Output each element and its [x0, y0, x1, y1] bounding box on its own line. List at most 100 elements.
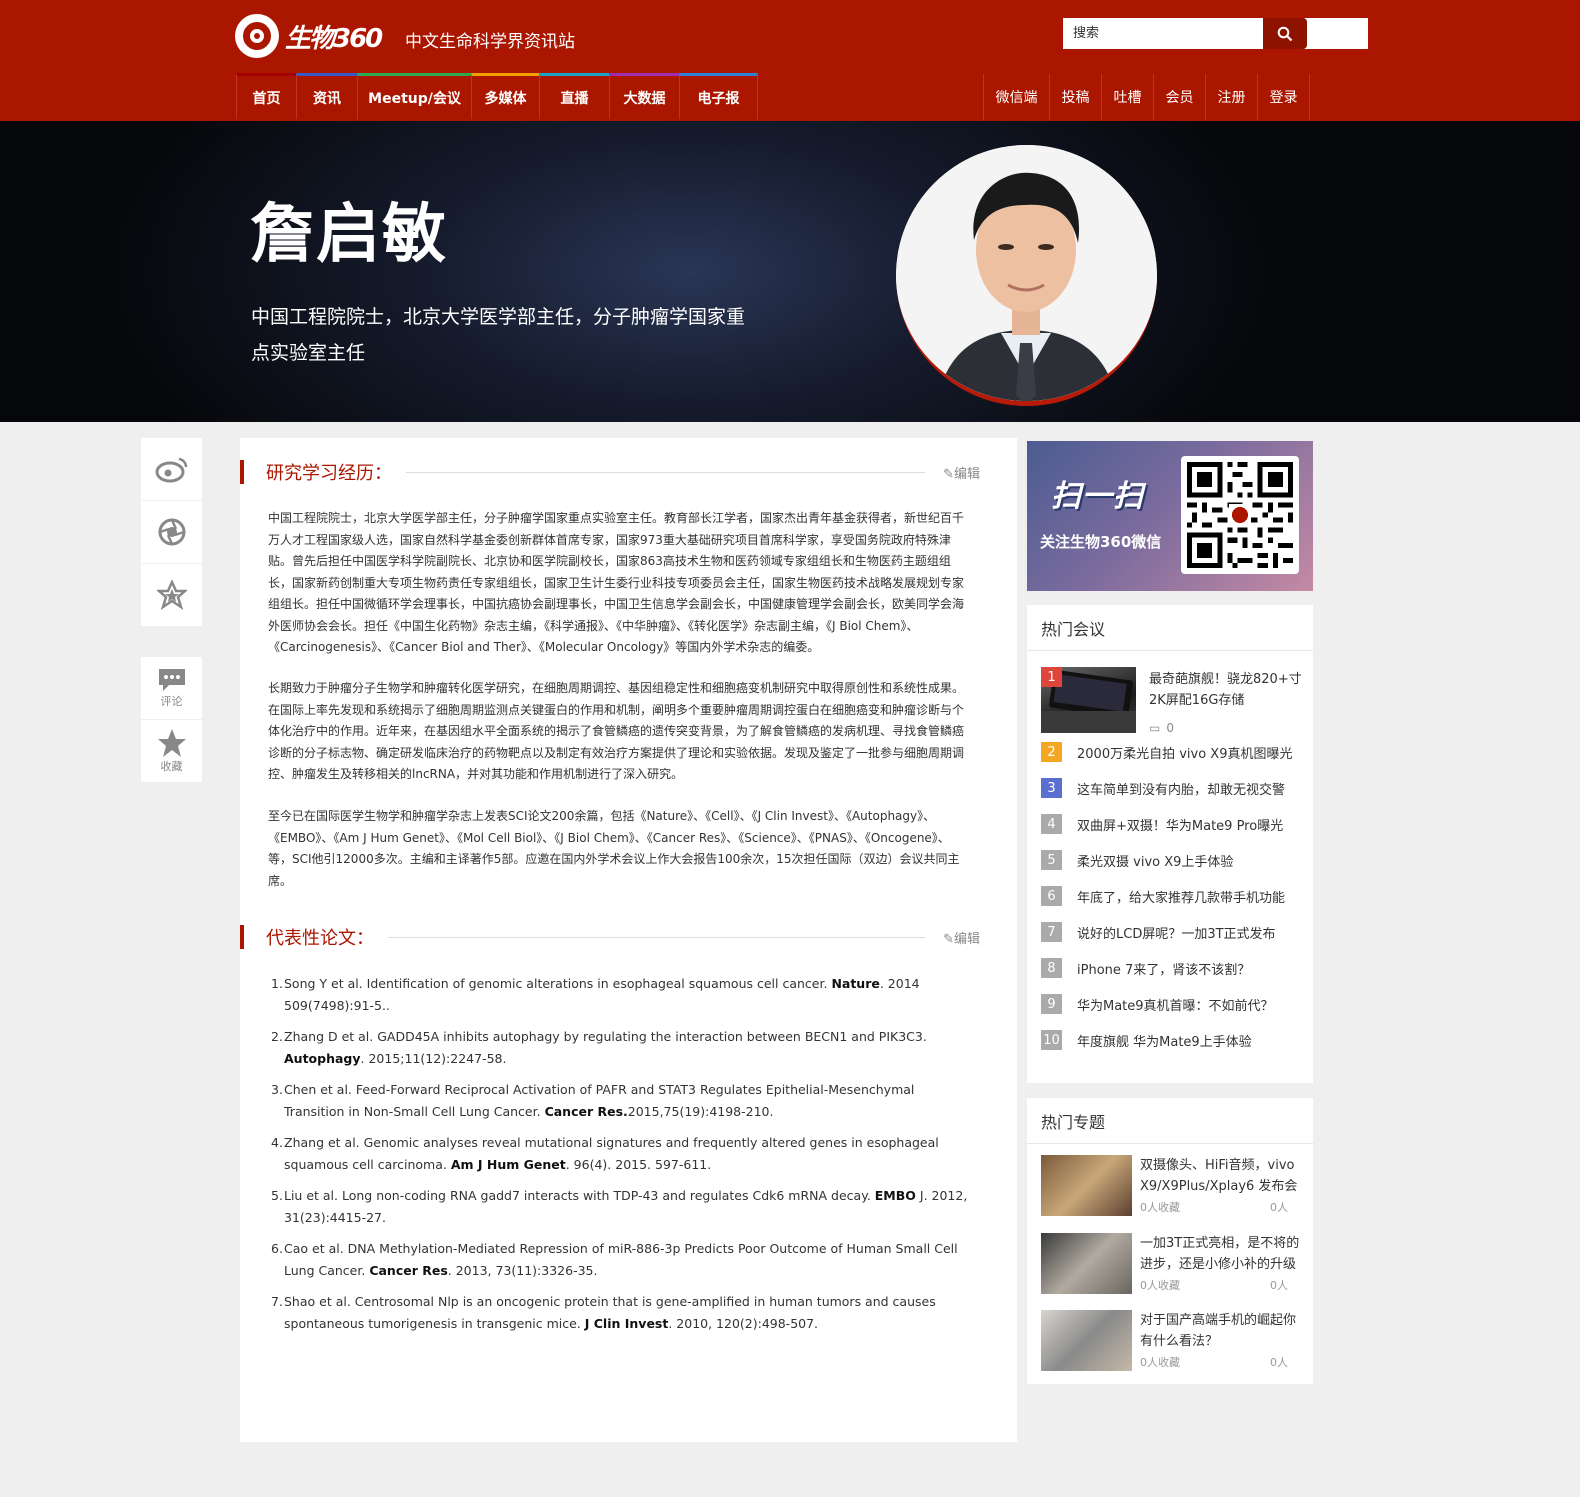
bio-paragraph-1: 中国工程院院士，北京大学医学部主任，分子肿瘤学国家重点实验室主任。教育部长江学者…: [268, 511, 965, 654]
qr-follow-text: 关注生物360微信: [1040, 533, 1162, 551]
topic-meta: 0人收藏 0人: [1140, 1201, 1288, 1214]
share-sidebar: 评论 收藏: [141, 438, 202, 783]
logo-target-icon: [235, 14, 279, 58]
rank-badge: 8: [1041, 958, 1062, 978]
nav-meetup[interactable]: Meetup/会议: [357, 73, 471, 119]
nav-enews[interactable]: 电子报: [679, 73, 758, 119]
section-divider: [406, 471, 926, 473]
site-slogan: 中文生命科学界资讯站: [405, 32, 575, 52]
nav-submit[interactable]: 投稿: [1050, 74, 1102, 120]
bio-section-header: 研究学习经历： ✎编辑: [240, 460, 980, 484]
nav-home[interactable]: 首页: [236, 73, 296, 119]
topic-thumbnail: [1041, 1233, 1132, 1294]
bio-paragraph-3: 至今已在国际医学生物学和肿瘤学杂志上发表SCI论文200余篇，包括《Nature…: [268, 809, 960, 888]
topic-thumbnail: [1041, 1155, 1132, 1216]
nav-login[interactable]: 登录: [1258, 74, 1310, 120]
hot-meeting-item[interactable]: 10 年度旗舰 华为Mate9上手体验: [1041, 1029, 1306, 1051]
comment-button[interactable]: 评论: [141, 657, 202, 720]
wechat-qr-banner[interactable]: 扫一扫 关注生物360微信: [1027, 441, 1313, 591]
nav-member[interactable]: 会员: [1154, 74, 1206, 120]
star-icon: [157, 729, 186, 757]
rank-badge: 6: [1041, 886, 1062, 906]
search-input[interactable]: [1064, 19, 1264, 48]
pencil-icon: ✎: [943, 466, 954, 482]
rank-badge: 4: [1041, 814, 1062, 834]
rank-badge: 9: [1041, 994, 1062, 1014]
topic-item[interactable]: 一加3T正式亮相，是不将的进步，还是小修小补的升级 0人收藏 0人: [1041, 1233, 1306, 1297]
topic-item[interactable]: 双摄像头、HiFi音频，vivo X9/X9Plus/Xplay6 发布会 0人…: [1041, 1155, 1306, 1219]
hot-meeting-item[interactable]: 6 年底了，给大家推荐几款带手机功能: [1041, 885, 1306, 907]
qr-scan-title: 扫一扫: [1051, 479, 1144, 514]
favorite-button[interactable]: 收藏: [141, 720, 202, 783]
topic-thumbnail: [1041, 1310, 1132, 1371]
user-nav: 微信端 投稿 吐槽 会员 注册 登录: [983, 74, 1310, 120]
share-moments-button[interactable]: [141, 501, 202, 564]
share-weibo-button[interactable]: [141, 438, 202, 501]
profile-name: 詹启敏: [250, 198, 448, 272]
profile-description: 中国工程院院士，北京大学医学部主任，分子肿瘤学国家重点实验室主任: [251, 306, 746, 364]
section-marker: [240, 925, 244, 949]
rank-badge: 5: [1041, 850, 1062, 870]
site-header: 生物360 中文生命科学界资讯站 首页 资讯 Meetup/会议 多媒体 直播 …: [0, 0, 1580, 121]
hot-meeting-item[interactable]: 7 说好的LCD屏呢？一加3T正式发布: [1041, 921, 1306, 943]
topic-meta: 0人收藏 0人: [1140, 1356, 1288, 1369]
rank-badge: 7: [1041, 922, 1062, 942]
rank-badge: 10: [1041, 1030, 1062, 1050]
camera-shutter-icon: [158, 518, 185, 546]
hot-meeting-item[interactable]: 5 柔光双摄 vivo X9上手体验: [1041, 849, 1306, 871]
papers-section-header: 代表性论文： ✎编辑: [240, 925, 980, 949]
section-divider: [388, 936, 926, 938]
star-badge-icon: [156, 580, 187, 610]
nav-register[interactable]: 注册: [1206, 74, 1258, 120]
favorite-label: 收藏: [160, 760, 183, 773]
topic-item[interactable]: 对于国产高端手机的崛起你有什么看法？ 0人收藏 0人: [1041, 1310, 1306, 1374]
rank-badge: 3: [1041, 778, 1062, 798]
comment-icon: ▭: [1149, 721, 1161, 735]
hot-meeting-item[interactable]: 3 这车简单到没有内胎，却敢无视交警: [1041, 777, 1306, 799]
nav-live[interactable]: 直播: [539, 73, 609, 119]
hot-meeting-item[interactable]: 8 iPhone 7来了，肾该不该割？: [1041, 957, 1306, 979]
featured-comments: ▭ 0: [1149, 721, 1174, 735]
nav-wechat[interactable]: 微信端: [984, 74, 1050, 120]
share-spacer: [141, 627, 202, 657]
logo-text: 生物360: [285, 23, 383, 54]
papers-edit-button[interactable]: ✎编辑: [943, 928, 980, 947]
paper-item: 6. Cao et al. DNA Methylation-Mediated Re…: [271, 1241, 958, 1278]
paper-item: 4. Zhang et al. Genomic analyses reveal m…: [271, 1135, 939, 1172]
paper-item: 2. Zhang D et al. GADD45A inhibits autoph…: [271, 1029, 927, 1066]
nav-multimedia[interactable]: 多媒体: [471, 73, 539, 119]
hot-meeting-item[interactable]: 2 2000万柔光自拍 vivo X9真机图曝光: [1041, 741, 1306, 763]
site-logo[interactable]: 生物360: [235, 14, 383, 58]
hot-meeting-featured[interactable]: 1 最奇葩旗舰！骁龙820+寸2K屏配16G存储 ▭ 0: [1041, 667, 1306, 737]
nav-feedback[interactable]: 吐槽: [1102, 74, 1154, 120]
profile-banner: 詹启敏 中国工程院院士，北京大学医学部主任，分子肿瘤学国家重点实验室主任: [0, 121, 1580, 422]
hot-topics-panel: 热门专题 双摄像头、HiFi音频，vivo X9/X9Plus/Xplay6 发…: [1027, 1098, 1313, 1384]
main-nav: 首页 资讯 Meetup/会议 多媒体 直播 大数据 电子报: [236, 73, 758, 119]
paper-item: 7. Shao et al. Centrosomal Nlp is an onco…: [271, 1294, 936, 1331]
nav-bigdata[interactable]: 大数据: [609, 73, 679, 119]
comment-label: 评论: [160, 695, 183, 708]
topic-meta: 0人收藏 0人: [1140, 1279, 1288, 1292]
rank-badge: 1: [1041, 667, 1062, 687]
bio-paragraph-2: 长期致力于肿瘤分子生物学和肿瘤转化医学研究，在细胞周期调控、基因组稳定性和细胞癌…: [268, 681, 965, 781]
paper-item: 5. Liu et al. Long non-coding RNA gadd7 i…: [271, 1188, 968, 1225]
search-icon: [1277, 26, 1293, 41]
hot-meetings-panel: 热门会议 1 最奇葩旗舰！骁龙820+寸2K屏配16G存储 ▭ 0 2 2000万柔…: [1027, 605, 1313, 1083]
main-content: 研究学习经历： ✎编辑 中国工程院院士，北京大学医学部主任，分子肿瘤学国家重点实…: [240, 438, 1017, 1442]
share-qzone-button[interactable]: [141, 564, 202, 627]
hot-meeting-item[interactable]: 4 双曲屏+双摄！华为Mate9 Pro曝光: [1041, 813, 1306, 835]
section-marker: [240, 460, 244, 484]
search-button[interactable]: [1263, 18, 1307, 49]
comment-icon: [158, 669, 185, 691]
pencil-icon: ✎: [943, 931, 954, 947]
paper-list: 1. Song Y et al. Identification of genomi…: [268, 973, 968, 1344]
qr-code-image: [1181, 456, 1299, 574]
topic-title: 对于国产高端手机的崛起你有什么看法？: [1140, 1313, 1297, 1349]
paper-item: 3. Chen et al. Feed-Forward Reciprocal Ac…: [271, 1082, 915, 1119]
nav-news[interactable]: 资讯: [296, 73, 357, 119]
featured-title: 最奇葩旗舰！骁龙820+寸2K屏配16G存储: [1149, 672, 1302, 708]
topic-title: 双摄像头、HiFi音频，vivo X9/X9Plus/Xplay6 发布会: [1140, 1158, 1298, 1194]
bio-edit-button[interactable]: ✎编辑: [943, 463, 980, 482]
hot-meeting-item[interactable]: 9 华为Mate9真机首曝：不如前代？: [1041, 993, 1306, 1015]
rank-badge: 2: [1041, 742, 1062, 762]
